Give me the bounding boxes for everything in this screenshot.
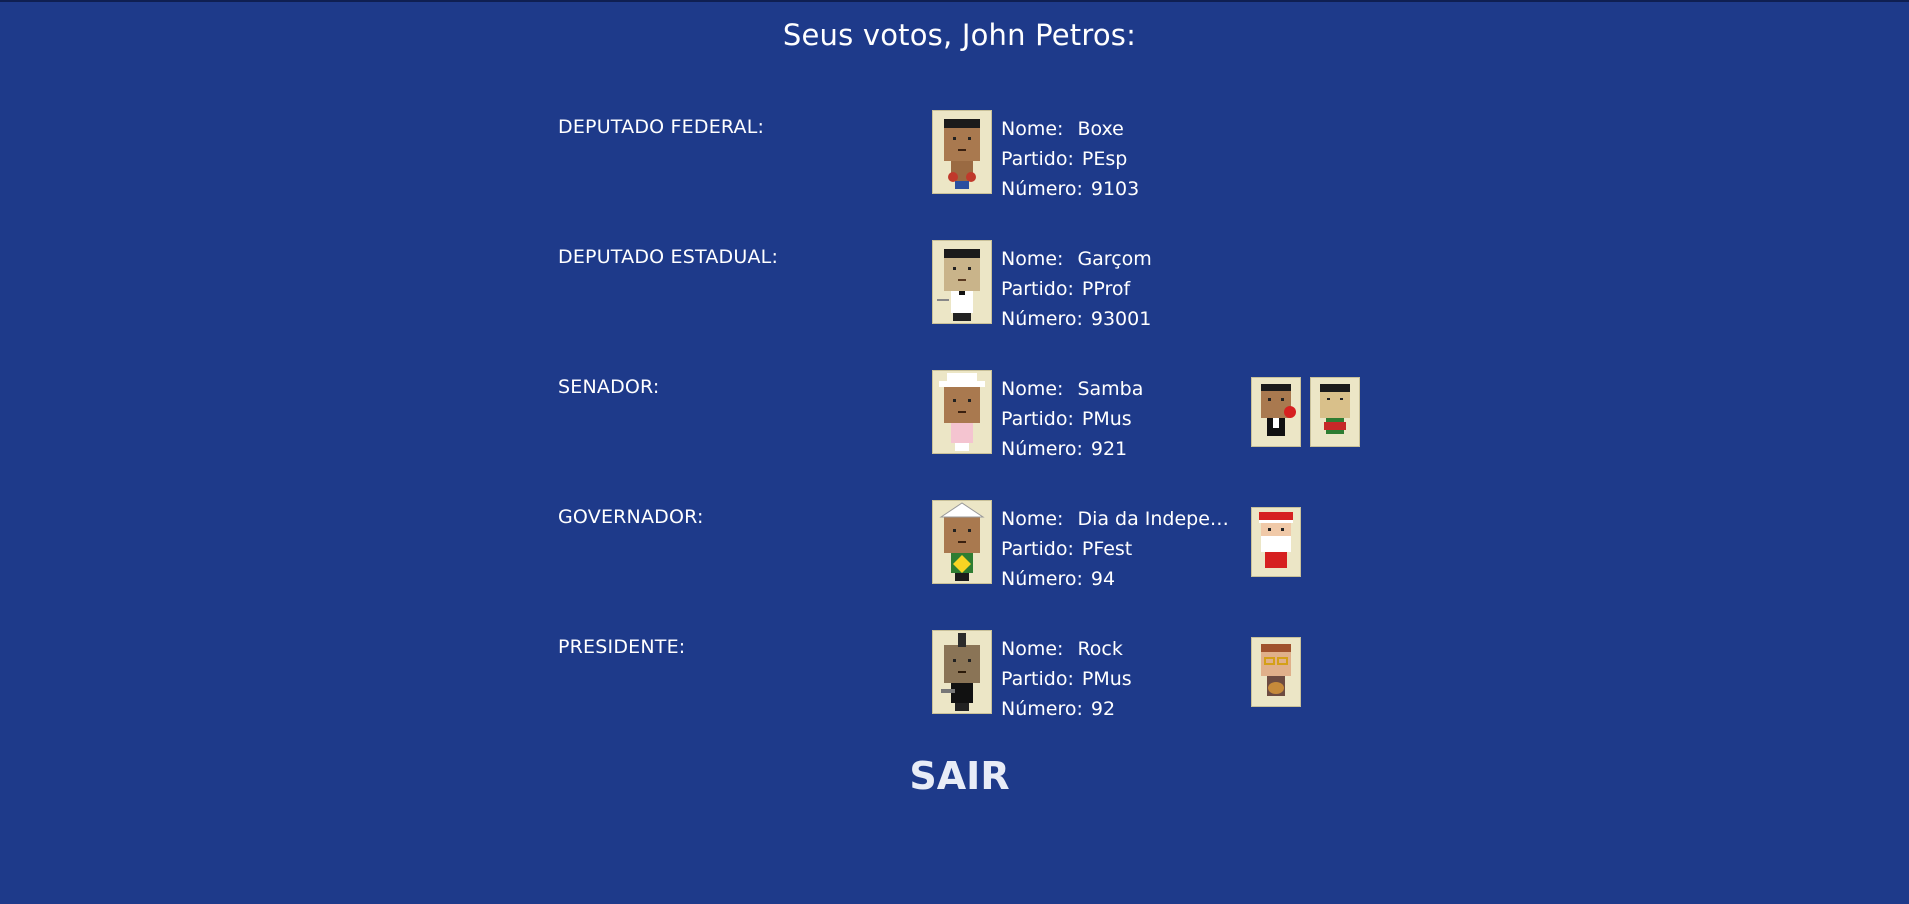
santa-claus-avatar — [1251, 507, 1301, 577]
exit-button-container: SAIR — [0, 754, 1909, 798]
role-label: DEPUTADO FEDERAL: — [558, 116, 765, 138]
exit-button[interactable]: SAIR — [909, 754, 1009, 798]
candidate-number: 94 — [1090, 568, 1116, 590]
candidate-name: Rock — [1077, 638, 1123, 660]
candidate-party: PEsp — [1081, 148, 1128, 170]
guitarist-avatar — [1251, 637, 1301, 707]
role-label: GOVERNADOR: — [558, 506, 704, 528]
partido-label: Partido: — [1001, 538, 1074, 560]
vote-row-deputado-estadual: DEPUTADO ESTADUAL: Nome: Garçom Partido: P… — [558, 240, 1458, 330]
singer-avatar — [1251, 377, 1301, 447]
partido-label: Partido: — [1001, 668, 1074, 690]
candidate-name: Garçom — [1077, 248, 1152, 270]
vote-summary-page: Seus votos, John Petros: DEPUTADO FEDERA… — [0, 0, 1909, 904]
candidate-number: 92 — [1090, 698, 1116, 720]
partido-label: Partido: — [1001, 148, 1074, 170]
vote-row-deputado-federal: DEPUTADO FEDERAL: Nome: Boxe Partido: PEsp… — [558, 110, 1458, 200]
samba-avatar — [932, 370, 992, 454]
numero-label: Número: — [1001, 178, 1083, 200]
candidate-name: Dia da Independência — [1077, 508, 1235, 530]
vote-row-governador: GOVERNADOR: Nome: Dia da Independência Pa… — [558, 500, 1458, 590]
candidate-info: Nome:Dia da Independência Partido:PFest … — [1001, 504, 1235, 594]
partido-label: Partido: — [1001, 408, 1074, 430]
candidate-number: 921 — [1090, 438, 1128, 460]
boxer-avatar — [932, 110, 992, 194]
vote-row-presidente: PRESIDENTE: Nome: Rock Partido: PMus Númer… — [558, 630, 1458, 720]
role-label: DEPUTADO ESTADUAL: — [558, 246, 779, 268]
page-title: Seus votos, John Petros: — [782, 18, 1137, 52]
independence-day-avatar — [932, 500, 992, 584]
candidate-party: PFest — [1081, 538, 1133, 560]
candidate-number: 93001 — [1090, 308, 1152, 330]
vice-candidates — [1251, 637, 1301, 707]
candidate-info: Nome: Garçom Partido: PProf Número: 93001 — [1001, 244, 1152, 334]
nome-label: Nome: — [1001, 118, 1064, 140]
nome-label: Nome: — [1001, 378, 1064, 400]
candidate-info: Nome: Samba Partido: PMus Número: 921 — [1001, 374, 1143, 464]
top-border — [0, 0, 1909, 2]
nome-label: Nome: — [1001, 248, 1064, 270]
candidate-party: PMus — [1081, 408, 1132, 430]
candidate-info: Nome: Boxe Partido: PEsp Número: 9103 — [1001, 114, 1139, 204]
vote-row-senador: SENADOR: Nome: Samba Partido: PMus Número:… — [558, 370, 1458, 460]
waiter-avatar — [932, 240, 992, 324]
partido-label: Partido: — [1001, 278, 1074, 300]
nome-label: Nome: — [1001, 638, 1064, 660]
vice-candidates — [1251, 507, 1301, 577]
candidate-name: Samba — [1077, 378, 1144, 400]
numero-label: Número: — [1001, 438, 1083, 460]
candidate-party: PProf — [1081, 278, 1131, 300]
numero-label: Número: — [1001, 308, 1083, 330]
candidate-party: PMus — [1081, 668, 1132, 690]
numero-label: Número: — [1001, 698, 1083, 720]
drummer-avatar — [1310, 377, 1360, 447]
role-label: SENADOR: — [558, 376, 660, 398]
candidate-name: Boxe — [1077, 118, 1124, 140]
numero-label: Número: — [1001, 568, 1083, 590]
role-label: PRESIDENTE: — [558, 636, 686, 658]
candidate-number: 9103 — [1090, 178, 1140, 200]
rock-avatar — [932, 630, 992, 714]
candidate-info: Nome: Rock Partido: PMus Número: 92 — [1001, 634, 1132, 724]
nome-label: Nome: — [1001, 508, 1064, 530]
vice-candidates — [1251, 377, 1360, 447]
